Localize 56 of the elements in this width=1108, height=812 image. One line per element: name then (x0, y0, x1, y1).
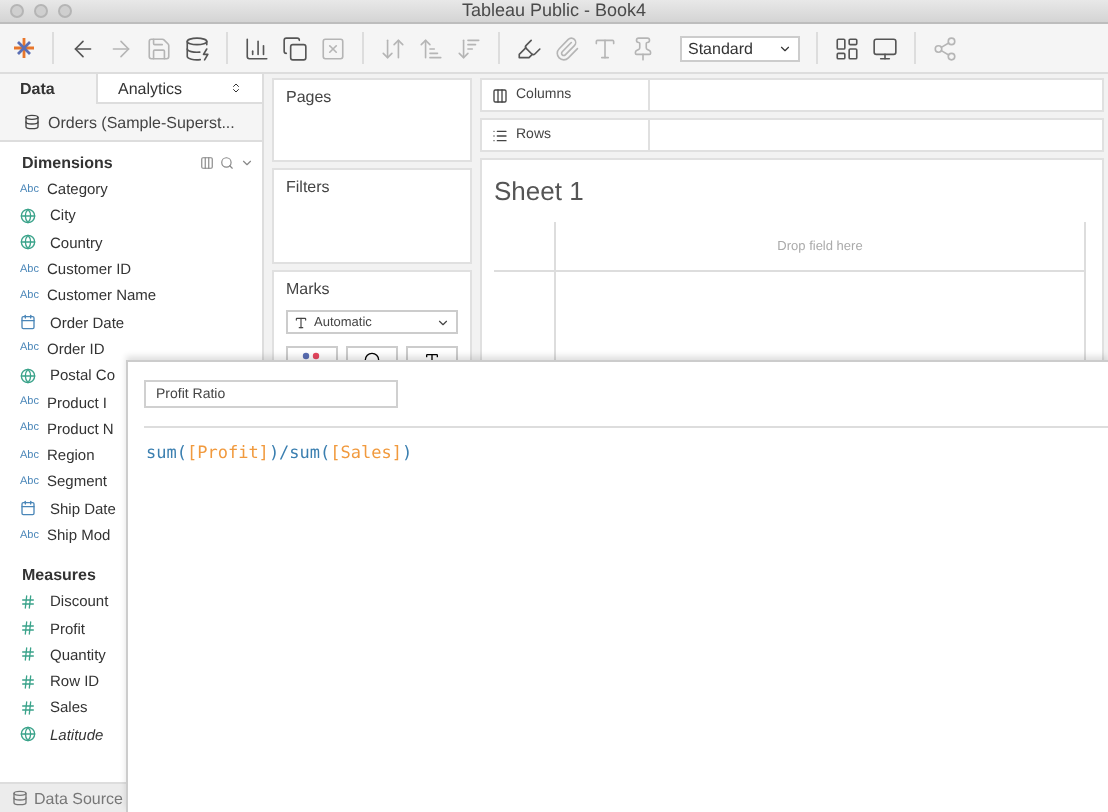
text-icon (294, 315, 308, 329)
window-title: Tableau Public - Book4 (461, 0, 647, 22)
hash-icon (20, 699, 36, 716)
chart-icon[interactable] (244, 35, 270, 61)
forward-icon[interactable] (108, 35, 134, 61)
calendar-icon (20, 500, 36, 517)
rows-icon (492, 127, 508, 143)
hash-icon (20, 673, 36, 690)
card-title: Filters (286, 178, 332, 196)
save-icon[interactable] (146, 35, 172, 61)
card-title: Pages (286, 88, 334, 106)
clear-icon[interactable] (320, 35, 346, 61)
dots-icon (302, 352, 322, 360)
caret-icon (778, 41, 792, 55)
zoom-button[interactable] (58, 4, 72, 18)
card-title: Marks (286, 280, 332, 298)
formula-text[interactable]: sum([Profit])/sum([Sales]) (146, 444, 1108, 464)
calendar-icon (20, 314, 36, 331)
caret-icon (436, 315, 450, 329)
share-icon[interactable] (932, 35, 958, 61)
text-icon[interactable] (592, 35, 618, 61)
paperclip-icon[interactable] (554, 35, 580, 61)
sort-descending-icon[interactable] (456, 35, 482, 61)
cards-icon[interactable] (834, 35, 860, 61)
database-icon (24, 114, 40, 130)
globe-icon (20, 367, 36, 384)
pin-icon[interactable] (630, 35, 656, 61)
hash-icon (20, 620, 36, 637)
search-icon[interactable] (220, 156, 234, 170)
logo-icon[interactable] (12, 36, 36, 60)
data-source-name: Orders (Sample-Superst... (48, 113, 235, 131)
sheet-title: Sheet 1 (494, 176, 586, 206)
section-header: Dimensions (22, 154, 113, 172)
duplicate-icon[interactable] (282, 35, 308, 61)
presentation-icon[interactable] (872, 35, 898, 61)
hash-icon (20, 593, 36, 610)
mark-style-dropdown[interactable]: Standard (680, 35, 800, 61)
data-source-item[interactable]: Orders (Sample-Superst... (0, 104, 262, 142)
globe-icon (20, 726, 36, 743)
section-header: Measures (22, 566, 96, 585)
pen-icon[interactable] (516, 35, 542, 61)
close-button[interactable] (10, 4, 24, 18)
minimize-button[interactable] (34, 4, 48, 18)
globe-icon (20, 207, 36, 224)
swap-icon[interactable] (380, 35, 406, 61)
columns-icon (492, 87, 508, 103)
view-icon[interactable] (200, 156, 214, 170)
back-icon[interactable] (70, 35, 96, 61)
database-icon[interactable] (184, 35, 210, 61)
caret-icon[interactable] (240, 156, 254, 170)
globe-icon (20, 234, 36, 251)
database-icon (12, 790, 28, 806)
sort-ascending-icon[interactable] (418, 35, 444, 61)
hash-icon (20, 646, 36, 663)
pane-tab[interactable]: Data (0, 74, 96, 104)
pane-tab[interactable]: Analytics (96, 74, 262, 104)
